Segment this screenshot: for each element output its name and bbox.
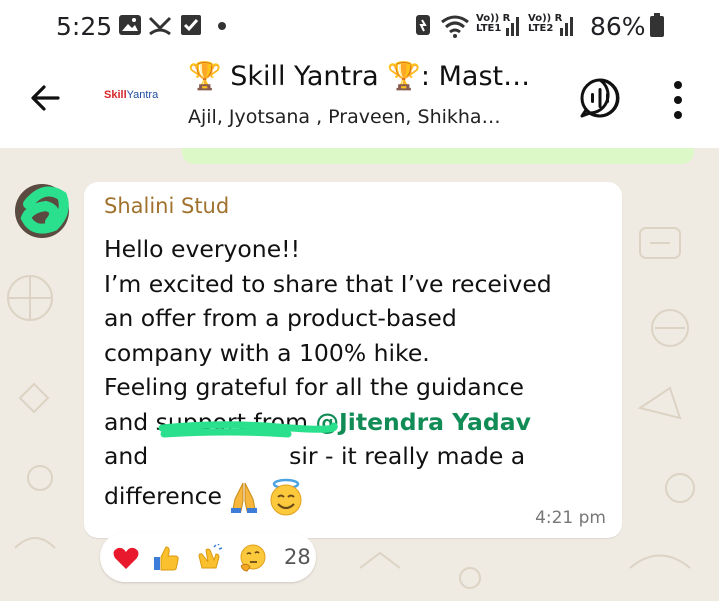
thinking-face-icon — [240, 544, 266, 572]
previous-outgoing-message[interactable]: · — [182, 148, 694, 164]
message-text: Hello everyone!! I’m excited to share th… — [104, 232, 614, 518]
message-bubble[interactable]: Shalini Stud Hello everyone!! I’m excite… — [84, 182, 622, 538]
status-time: 5:25 — [56, 12, 113, 41]
mention-link[interactable]: @Jitendra Yadav — [316, 408, 531, 436]
reaction-count: 28 — [284, 545, 311, 569]
gallery-icon — [119, 15, 141, 35]
group-title[interactable]: 🏆 Skill Yantra 🏆: Mast… — [188, 60, 558, 92]
status-bar: 5:25 Vo)) R LTE1 Vo)) R LTE2 86% — [0, 0, 719, 52]
message-time: 4:21 pm — [535, 508, 606, 528]
heart-icon — [113, 547, 139, 569]
group-members[interactable]: Ajil, Jyotsana , Praveen, Shikha… — [188, 106, 558, 128]
data-saver-icon — [416, 15, 430, 35]
wifi-icon — [441, 15, 469, 38]
smiling-halo-emoji-icon — [270, 478, 302, 516]
chat-area[interactable]: · Shalini Stud Hello everyone!! I’m exci… — [0, 148, 719, 601]
back-arrow-icon[interactable] — [28, 80, 64, 116]
clapping-hands-icon — [198, 544, 223, 569]
sim2-label: Vo)) R LTE2 — [528, 13, 563, 34]
thumbs-up-icon — [154, 546, 179, 571]
group-logo: SkillYantra — [104, 89, 159, 101]
voice-chat-icon[interactable] — [578, 76, 622, 120]
battery-icon — [650, 13, 664, 37]
chat-header: SkillYantra 🏆 Skill Yantra 🏆: Mast… Ajil… — [0, 52, 719, 148]
avatar-redaction — [20, 186, 69, 234]
signal-sim2-icon — [560, 17, 573, 36]
dot-icon — [218, 22, 226, 30]
checkbox-notification-icon — [181, 15, 201, 35]
folded-hands-emoji-icon — [231, 482, 258, 513]
name-redaction — [158, 421, 338, 438]
reactions-bar[interactable]: 28 — [100, 532, 316, 582]
missed-call-icon — [148, 16, 172, 36]
overflow-menu-icon[interactable] — [666, 78, 690, 122]
signal-sim1-icon — [506, 17, 519, 36]
sender-name[interactable]: Shalini Stud — [104, 194, 229, 218]
battery-percent: 86% — [590, 12, 646, 41]
